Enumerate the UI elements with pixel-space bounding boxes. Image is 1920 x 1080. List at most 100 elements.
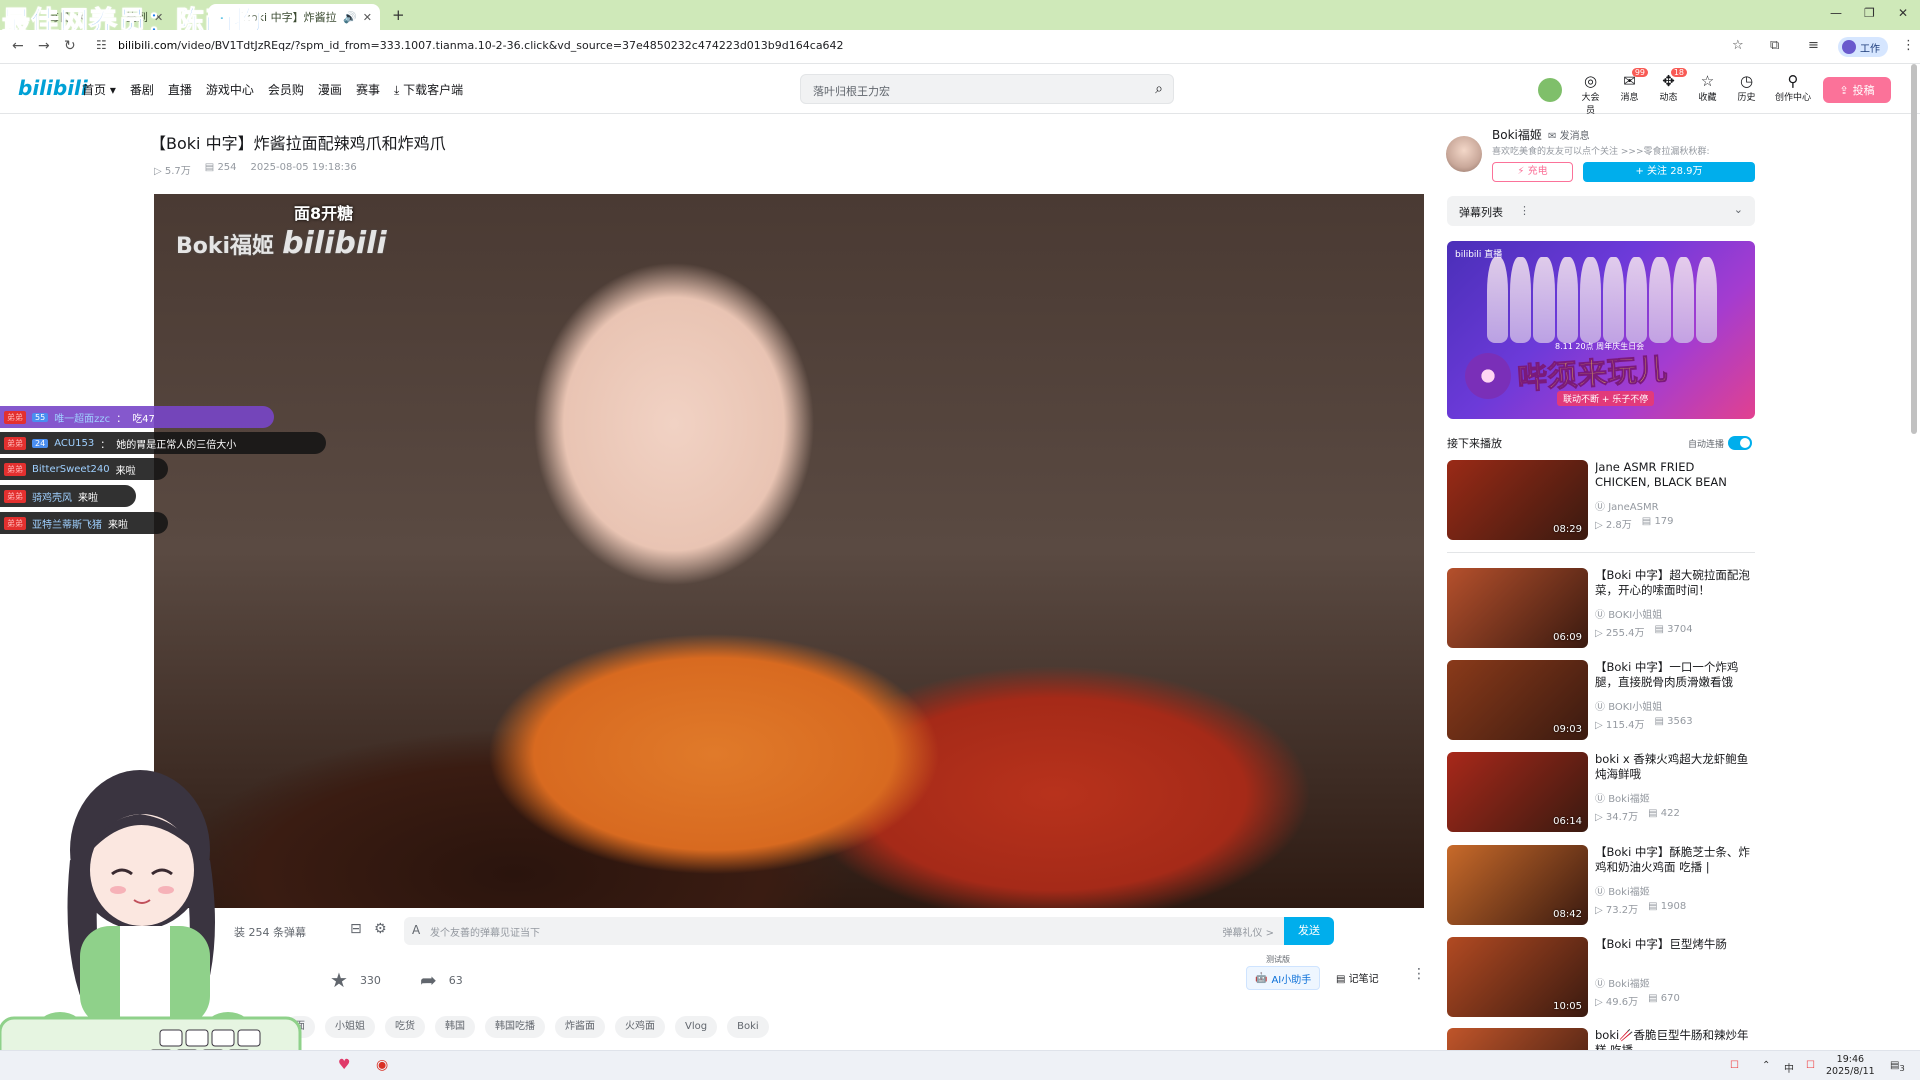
nav-anime[interactable]: 番剧 [130,81,154,98]
share-button[interactable]: ➦ 63 [420,968,463,992]
tray-app-icon[interactable]: ☐ [1806,1060,1815,1071]
close-window-icon[interactable]: ✕ [1898,6,1908,20]
tag[interactable]: 韩国吃播 [485,1016,545,1038]
send-danmaku-button[interactable]: 发送 [1284,917,1334,945]
menu-icon[interactable]: ⋮ [1902,38,1915,53]
chevron-down-icon[interactable]: ⌄ [1734,203,1743,216]
close-tab-icon[interactable]: ✕ [363,11,372,24]
tag[interactable]: 小姐姐 [325,1016,375,1038]
video-thumbnail[interactable]: 09:03 [1447,660,1588,740]
vip-button[interactable]: ◎ 大会员 [1578,72,1603,116]
charge-button[interactable]: ⚡ 充电 [1492,162,1573,182]
url-field[interactable]: bilibili.com/video/BV1TdtJzREqz/?spm_id_… [118,39,844,52]
uploader-name[interactable]: Boki福姬 [1492,126,1542,143]
user-avatar[interactable] [1538,78,1562,102]
extensions-icon[interactable]: ⧉ [1770,38,1779,53]
video-card-title[interactable]: Jane ASMR FRIED CHICKEN, BLACK BEAN NOOD… [1595,460,1753,490]
video-thumbnail[interactable]: 08:42 [1447,845,1588,925]
autoplay-toggle[interactable] [1728,436,1753,450]
video-card-author[interactable]: Ⓤ Boki福姬 [1595,975,1650,990]
audio-icon[interactable]: 🔊 [343,11,357,24]
video-thumbnail[interactable]: 06:09 [1447,568,1588,648]
uploader-avatar[interactable] [1446,136,1482,172]
message-button[interactable]: ✉ 99 消息 [1617,68,1648,116]
video-player[interactable]: 面8开糖 Boki福姬 bilibili [154,194,1424,908]
new-tab-button[interactable]: + [392,6,405,24]
more-icon[interactable]: ⋮ [1519,204,1530,217]
site-info-icon[interactable]: ☷ [96,38,107,52]
video-card-title[interactable]: boki x 香辣火鸡超大龙虾鲍鱼炖海鲜哦 [1595,752,1753,782]
nav-mall[interactable]: 会员购 [268,81,304,98]
video-card-author[interactable]: Ⓤ BOKI小姐姐 [1595,606,1662,621]
bookmark-star-icon[interactable]: ☆ [1732,38,1744,53]
back-icon[interactable]: ← [12,38,24,54]
nav-manga[interactable]: 漫画 [318,81,342,98]
tag[interactable]: 炸酱面 [555,1016,605,1038]
nav-game[interactable]: 游戏中心 [206,81,254,98]
tray-app-icon[interactable]: ☐ [1730,1060,1739,1071]
danmaku-etiquette-link[interactable]: 弹幕礼仪 > [1222,924,1274,939]
recommended-video-card[interactable]: 09:03 【Boki 中字】一口一个炸鸡腿，直接脱骨肉质滑嫩看饿了！ Ⓤ BOKI… [1447,660,1755,742]
video-card-title[interactable]: 【Boki 中字】巨型烤牛肠 [1595,937,1753,952]
font-style-icon[interactable]: A [412,923,420,937]
video-thumbnail[interactable]: 08:29 [1447,460,1588,540]
recommended-video-card[interactable]: 08:29 Jane ASMR FRIED CHICKEN, BLACK BEAN… [1447,460,1755,542]
note-button[interactable]: ▤ 记笔记 [1336,970,1379,985]
dynamic-button[interactable]: ✥ 18 动态 [1656,68,1687,116]
recommended-video-card[interactable]: 06:09 【Boki 中字】超大碗拉面配泡菜，开心的嗦面时间！ Ⓤ BOKI小姐姐… [1447,568,1755,650]
nav-match[interactable]: 赛事 [356,81,380,98]
video-card-title[interactable]: 【Boki 中字】酥脆芝士条、炸鸡和奶油火鸡面 吃播 | [1595,845,1753,875]
search-input[interactable]: 落叶归根王力宏 ⌕ [800,74,1174,104]
chrome-icon[interactable]: ◉ [376,1057,388,1073]
video-card-author[interactable]: Ⓤ Boki福姬 [1595,883,1650,898]
notification-icon[interactable]: ▤3 [1890,1060,1905,1073]
minimize-icon[interactable]: — [1830,6,1842,20]
send-message-button[interactable]: ✉ 发消息 [1548,127,1590,142]
live-promo-banner[interactable]: bilibili 直播 8.11 20点 周年庆生日会 哔须来玩儿 联动不断 +… [1447,241,1755,419]
system-clock[interactable]: 19:46 2025/8/11 [1826,1054,1875,1078]
media-icon[interactable]: ≡ [1808,38,1819,53]
scrollbar-thumb[interactable] [1911,64,1917,434]
video-card-author[interactable]: Ⓤ JaneASMR [1595,498,1659,513]
video-thumbnail[interactable]: 10:05 [1447,937,1588,1017]
bilibili-logo[interactable]: bilibili [18,76,88,100]
danmaku-list-panel[interactable]: 弹幕列表 ⋮ ⌄ [1447,196,1755,226]
follow-button[interactable]: + 关注 28.9万 [1583,162,1755,182]
video-card-title[interactable]: 【Boki 中字】一口一个炸鸡腿，直接脱骨肉质滑嫩看饿了！ [1595,660,1753,690]
danmaku-input[interactable]: A 发个友善的弹幕见证当下 弹幕礼仪 > 发送 [404,917,1334,945]
recommended-video-card[interactable]: 10:05 【Boki 中字】巨型烤牛肠 Ⓤ Boki福姬 ▷ 49.6万 ▤ 670 [1447,937,1755,1019]
favorite-button[interactable]: ★ 330 [330,968,381,992]
recommended-video-card[interactable]: 08:42 【Boki 中字】酥脆芝士条、炸鸡和奶油火鸡面 吃播 | Ⓤ Boki福… [1447,845,1755,927]
tag[interactable]: 火鸡面 [615,1016,665,1038]
favorites-button[interactable]: ☆ 收藏 [1695,72,1720,116]
nav-live[interactable]: 直播 [168,81,192,98]
ai-assistant-button[interactable]: 🤖 AI小助手 [1246,966,1321,990]
autoplay-control[interactable]: 自动连播 [1688,436,1753,450]
tag[interactable]: Boki [727,1016,769,1038]
history-button[interactable]: ◷ 历史 [1734,72,1759,116]
upload-button[interactable]: ⇪ 投稿 [1823,77,1891,103]
video-card-author[interactable]: Ⓤ BOKI小姐姐 [1595,698,1662,713]
video-card-author[interactable]: Ⓤ Boki福姬 [1595,790,1650,805]
more-icon[interactable]: ⋮ [1412,966,1426,982]
forward-icon[interactable]: → [38,38,50,54]
nav-home[interactable]: 首页 ▾ [82,81,116,98]
restore-icon[interactable]: ❐ [1864,6,1875,20]
recommended-video-card[interactable]: 06:14 boki x 香辣火鸡超大龙虾鲍鱼炖海鲜哦 Ⓤ Boki福姬 ▷ 34.7… [1447,752,1755,834]
tray-expand-icon[interactable]: ⌃ [1762,1060,1770,1071]
search-icon[interactable]: ⌕ [1155,81,1163,97]
tag[interactable]: Vlog [675,1016,718,1038]
app-pin-icon[interactable]: ♥ [338,1057,351,1073]
video-thumbnail[interactable]: 06:14 [1447,752,1588,832]
danmaku-toggle-icon[interactable]: ⊟ [350,921,362,937]
tag[interactable]: 韩国 [435,1016,475,1038]
ime-indicator[interactable]: 中 [1784,1060,1794,1075]
page-scrollbar[interactable] [1910,64,1918,434]
reload-icon[interactable]: ↻ [64,38,76,54]
video-card-title[interactable]: 【Boki 中字】超大碗拉面配泡菜，开心的嗦面时间！ [1595,568,1753,598]
tag[interactable]: 吃货 [385,1016,425,1038]
danmaku-settings-icon[interactable]: ⚙ [374,921,387,937]
nav-download[interactable]: ⤓ 下载客户端 [394,81,463,98]
creator-center-button[interactable]: ⚲ 创作中心 [1773,72,1813,116]
profile-button[interactable]: 工作 [1838,37,1888,57]
